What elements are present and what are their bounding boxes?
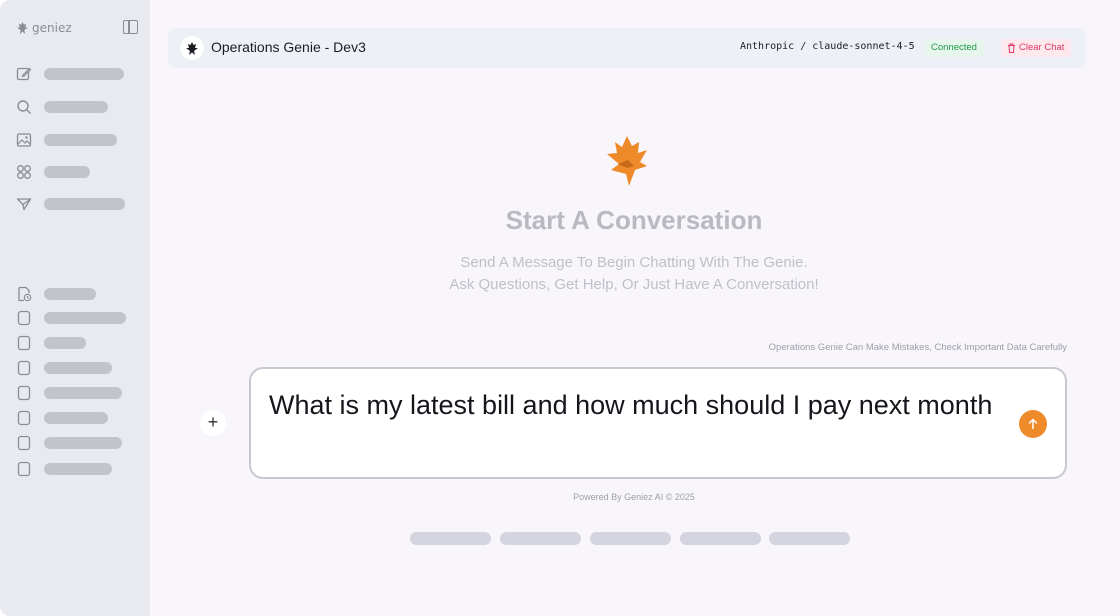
brand-logo[interactable]: geniez (17, 21, 72, 35)
disclaimer-text: Operations Genie Can Make Mistakes, Chec… (768, 342, 1067, 353)
sidebar-label-placeholder (44, 166, 90, 178)
clear-chat-label: Clear Chat (1019, 42, 1065, 53)
message-input-text[interactable]: What is my latest bill and how much shou… (269, 385, 999, 425)
suggestion-chip-placeholder[interactable] (680, 532, 761, 545)
sidebar-label-placeholder (44, 362, 112, 374)
empty-state-subtitle-line: Ask Questions, Get Help, Or Just Have A … (449, 276, 819, 293)
chat-icon (16, 310, 32, 326)
send-icon (16, 196, 32, 212)
sidebar-label-placeholder (44, 312, 126, 324)
brand-name: geniez (32, 21, 72, 35)
sidebar-history-item[interactable] (16, 360, 112, 376)
sidebar-label-placeholder (44, 101, 108, 113)
suggestion-chip-placeholder[interactable] (769, 532, 850, 545)
empty-state-subtitle: Send A Message To Begin Chatting With Th… (150, 252, 1118, 296)
sidebar-history-item[interactable] (16, 461, 112, 477)
sidebar-item-send[interactable] (16, 196, 125, 212)
suggestion-chip-placeholder[interactable] (590, 532, 671, 545)
chat-icon (16, 435, 32, 451)
sidebar-history-item[interactable] (16, 310, 126, 326)
sidebar-label-placeholder (44, 463, 112, 475)
chat-icon (16, 335, 32, 351)
suggestion-chip-placeholder[interactable] (500, 532, 581, 545)
sidebar: geniez (0, 0, 150, 616)
genie-avatar-icon (180, 36, 204, 60)
chat-header: Operations Genie - Dev3 Anthropic / clau… (168, 28, 1086, 68)
trash-icon (1008, 43, 1015, 53)
sidebar-toggle-icon[interactable] (123, 20, 138, 34)
empty-state-subtitle-line: Send A Message To Begin Chatting With Th… (460, 254, 808, 271)
status-badge: Connected (924, 39, 984, 57)
sidebar-item-search[interactable] (16, 99, 108, 115)
main-panel: Operations Genie - Dev3 Anthropic / clau… (150, 0, 1120, 616)
sidebar-history-item[interactable] (16, 286, 96, 302)
model-label: Anthropic / claude-sonnet-4-5 (740, 41, 915, 52)
geniez-logo-icon (17, 22, 28, 34)
sidebar-history-item[interactable] (16, 335, 86, 351)
chat-icon (16, 360, 32, 376)
clear-chat-button[interactable]: Clear Chat (1001, 39, 1072, 57)
sidebar-item-images[interactable] (16, 132, 117, 148)
sidebar-label-placeholder (44, 288, 96, 300)
sidebar-label-placeholder (44, 387, 122, 399)
sidebar-label-placeholder (44, 337, 86, 349)
arrow-up-icon (1028, 418, 1038, 430)
sidebar-item-new-chat[interactable] (16, 66, 124, 82)
genie-flame-logo-icon (607, 136, 647, 186)
chat-icon (16, 385, 32, 401)
message-input[interactable]: What is my latest bill and how much shou… (249, 367, 1067, 479)
sidebar-history-item[interactable] (16, 435, 122, 451)
sidebar-history-item[interactable] (16, 410, 108, 426)
apps-icon (16, 164, 32, 180)
empty-state-title: Start A Conversation (505, 205, 763, 235)
sidebar-label-placeholder (44, 412, 108, 424)
sidebar-item-apps[interactable] (16, 164, 90, 180)
image-icon (16, 132, 32, 148)
sidebar-label-placeholder (44, 134, 117, 146)
attach-button[interactable]: + (200, 410, 226, 436)
file-clock-icon (16, 286, 32, 302)
chat-icon (16, 410, 32, 426)
search-icon (16, 99, 32, 115)
sidebar-label-placeholder (44, 198, 125, 210)
send-button[interactable] (1019, 410, 1047, 438)
sidebar-history-item[interactable] (16, 385, 122, 401)
chat-icon (16, 461, 32, 477)
footer-text: Powered By Geniez AI © 2025 (573, 492, 695, 502)
sidebar-label-placeholder (44, 68, 124, 80)
page-title: Operations Genie - Dev3 (211, 39, 366, 55)
edit-icon (16, 66, 32, 82)
suggestion-chip-placeholder[interactable] (410, 532, 491, 545)
sidebar-label-placeholder (44, 437, 122, 449)
